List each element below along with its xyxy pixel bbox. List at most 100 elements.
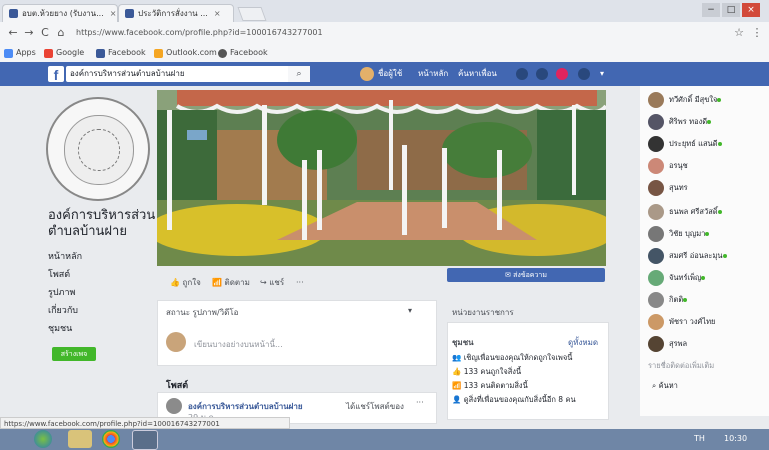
- messages-icon[interactable]: [536, 68, 548, 80]
- chat-contact[interactable]: ศิริพร ทองดี: [648, 112, 712, 132]
- composer-menu[interactable]: ▾: [408, 306, 412, 315]
- share-label: แชร์: [269, 278, 285, 287]
- left-nav-about[interactable]: เกี่ยวกับ: [48, 304, 78, 318]
- chrome-icon[interactable]: [102, 430, 120, 448]
- new-tab-button[interactable]: [237, 7, 267, 21]
- close-tab-icon[interactable]: ×: [214, 9, 221, 18]
- community-text: เชิญเพื่อนของคุณให้กดถูกใจเพจนี้: [463, 353, 573, 362]
- google-icon: [44, 48, 53, 58]
- contact-name: วิชัย บุญมา: [669, 229, 706, 238]
- back-button[interactable]: ←: [6, 26, 20, 40]
- avatar[interactable]: [166, 398, 182, 414]
- bookmark-facebook-2[interactable]: Facebook: [218, 47, 268, 59]
- browser-tab-1[interactable]: อบต.ห้วยยาง (รับงาน... ×: [2, 4, 118, 22]
- avatar: [648, 114, 664, 130]
- avatar: [648, 158, 664, 174]
- contact-name: สุรพล: [669, 339, 688, 348]
- notifications-icon[interactable]: [556, 68, 568, 80]
- bookmark-google[interactable]: Google: [44, 47, 84, 59]
- friend-requests-icon[interactable]: [516, 68, 528, 80]
- page-profile-logo[interactable]: [46, 97, 150, 201]
- following-label: ติดตาม: [224, 278, 250, 287]
- left-nav-photos[interactable]: รูปภาพ: [48, 286, 75, 300]
- fb-nav-find-friends[interactable]: ค้นหาเพื่อน: [458, 67, 497, 81]
- chat-contact[interactable]: อรนุช: [648, 156, 688, 176]
- community-item-invite[interactable]: 👥 เชิญเพื่อนของคุณให้กดถูกใจเพจนี้: [452, 352, 572, 364]
- bookmark-label: Facebook: [108, 48, 146, 57]
- chat-contact[interactable]: วิชัย บุญมา: [648, 224, 710, 244]
- like-label: ถูกใจ: [182, 278, 201, 287]
- community-item-friends[interactable]: 👤 ดูสิ่งที่เพื่อนของคุณกับสิ่งนี้อีก 8 ค…: [452, 394, 576, 406]
- chat-contact[interactable]: จันทร์เพ็ญ: [648, 268, 706, 288]
- menu-icon[interactable]: ⋮: [750, 26, 764, 40]
- left-nav-community[interactable]: ชุมชน: [48, 322, 72, 336]
- forward-button[interactable]: →: [22, 26, 36, 40]
- composer-tabs[interactable]: สถานะ รูปภาพ/วิดีโอ: [166, 306, 238, 319]
- help-icon[interactable]: [578, 68, 590, 80]
- post-more-button[interactable]: ···: [416, 398, 424, 407]
- avatar: [648, 180, 664, 196]
- bookmark-facebook[interactable]: Facebook: [96, 47, 146, 59]
- like-button[interactable]: 👍 ถูกใจ: [170, 277, 201, 289]
- community-item-follows: 📶 133 คนติดตามสิ่งนี้: [452, 381, 528, 390]
- avatar: [648, 336, 664, 352]
- fb-nav-profile[interactable]: ชื่อผู้ใช้: [378, 67, 402, 81]
- cover-photo-image: [157, 90, 606, 266]
- community-heading: ชุมชน: [452, 338, 474, 347]
- contact-name: พัชรา วงศ์ไทย: [669, 317, 716, 326]
- bookmark-outlook[interactable]: Outlook.com: [154, 47, 217, 59]
- page-title[interactable]: องค์การบริหารส่วนตำบลบ้านฝาย: [48, 208, 158, 240]
- contact-name: จันทร์เพ็ญ: [669, 273, 702, 282]
- cover-photo[interactable]: [157, 90, 606, 266]
- community-item-likes: 👍 133 คนถูกใจสิ่งนี้: [452, 367, 522, 376]
- minimize-button[interactable]: −: [702, 3, 720, 17]
- more-actions-button[interactable]: ···: [296, 277, 304, 289]
- share-button[interactable]: ↪ แชร์: [260, 277, 284, 289]
- clock[interactable]: 10:30: [724, 432, 747, 446]
- category-label[interactable]: หน่วยงานราชการ: [452, 306, 514, 319]
- close-tab-icon[interactable]: ×: [110, 9, 117, 18]
- file-explorer-icon[interactable]: [68, 430, 92, 448]
- home-button[interactable]: ⌂: [54, 26, 68, 40]
- chat-search-input[interactable]: ⌕ ค้นหา: [652, 380, 678, 392]
- star-icon[interactable]: ☆: [732, 26, 746, 40]
- maximize-button[interactable]: □: [722, 3, 740, 17]
- facebook-search-input[interactable]: องค์การบริหารส่วนตำบลบ้านฝาย: [66, 66, 310, 82]
- see-all-link[interactable]: ดูทั้งหมด: [568, 336, 598, 349]
- send-message-button[interactable]: ✉ ส่งข้อความ: [447, 268, 605, 282]
- app-window-icon[interactable]: [132, 430, 158, 450]
- avatar: [648, 226, 664, 242]
- chat-contact[interactable]: สุนทร: [648, 178, 688, 198]
- contact-name: สมศรี อ่อนละมุน: [669, 251, 723, 260]
- facebook-logo[interactable]: f: [48, 66, 64, 83]
- status-bar-url: https://www.facebook.com/profile.php?id=…: [0, 417, 290, 429]
- chat-contact[interactable]: สมศรี อ่อนละมุน: [648, 246, 727, 266]
- chat-contact[interactable]: กิตติ: [648, 290, 688, 310]
- bookmark-label: Facebook: [230, 48, 268, 57]
- contact-name: สุนทร: [669, 183, 688, 192]
- browser-tab-2[interactable]: ประวัติการสั่งงาน ... ×: [118, 4, 234, 22]
- fb-nav-home[interactable]: หน้าหลัก: [418, 67, 448, 81]
- account-menu-icon[interactable]: ▾: [600, 67, 604, 81]
- composer-input[interactable]: เขียนบางอย่างบนหน้านี้...: [194, 338, 283, 351]
- following-button[interactable]: 📶 ติดตาม: [212, 277, 250, 289]
- chat-contact[interactable]: สุรพล: [648, 334, 687, 354]
- chat-contact[interactable]: พัชรา วงศ์ไทย: [648, 312, 715, 332]
- create-page-button[interactable]: สร้างเพจ: [52, 347, 96, 361]
- bookmark-apps[interactable]: Apps: [4, 47, 36, 59]
- contact-name: ธนพล ศรีสวัสดิ์: [669, 207, 718, 216]
- left-nav-home[interactable]: หน้าหลัก: [48, 250, 82, 264]
- start-icon[interactable]: [34, 430, 52, 448]
- url-field[interactable]: https://www.facebook.com/profile.php?id=…: [76, 26, 676, 40]
- chat-contact[interactable]: ทวีศักดิ์ มีสุขใจ: [648, 90, 722, 110]
- chat-search-label: ค้นหา: [658, 381, 678, 390]
- close-window-button[interactable]: ×: [742, 3, 760, 17]
- search-icon[interactable]: ⌕: [288, 66, 310, 82]
- left-nav-posts[interactable]: โพสต์: [48, 268, 70, 282]
- globe-icon: [218, 48, 227, 58]
- chat-contact[interactable]: ประยุทธ์ แสนดี: [648, 134, 722, 154]
- avatar[interactable]: [360, 67, 374, 81]
- language-indicator[interactable]: TH: [694, 432, 705, 446]
- reload-button[interactable]: C: [38, 26, 52, 40]
- chat-contact[interactable]: ธนพล ศรีสวัสดิ์: [648, 202, 722, 222]
